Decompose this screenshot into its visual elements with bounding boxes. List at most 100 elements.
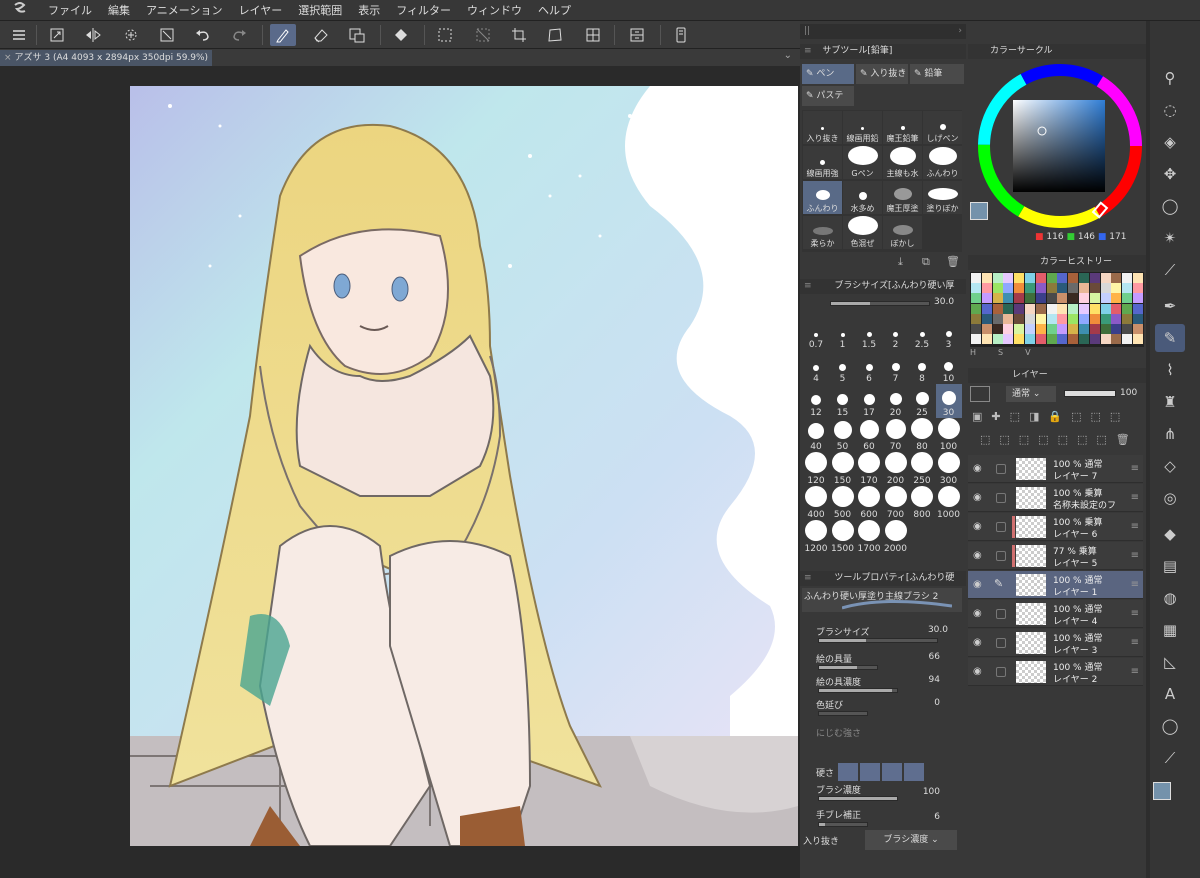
layer-property-icon[interactable] — [970, 386, 990, 402]
history-swatch[interactable] — [1100, 293, 1111, 304]
history-swatch[interactable] — [1111, 324, 1122, 334]
history-swatch[interactable] — [1079, 324, 1089, 334]
brush-size-preset[interactable]: 100 — [936, 418, 962, 452]
brush-item[interactable]: 塗りぼか — [923, 181, 962, 214]
eraser-icon[interactable] — [308, 24, 334, 46]
subtool-group-pen[interactable]: ✎ ペン — [802, 64, 854, 84]
menu-layer[interactable]: レイヤー — [231, 0, 291, 21]
brush-size-preset[interactable]: 5 — [830, 350, 856, 384]
history-swatch[interactable] — [1089, 324, 1100, 334]
layer-menu-icon[interactable]: ≡ — [1131, 521, 1139, 532]
smartphone-connect-icon[interactable] — [668, 24, 694, 46]
history-swatch[interactable] — [992, 324, 1003, 334]
brush-size-preset[interactable]: 170 — [856, 452, 882, 486]
history-swatch[interactable] — [1014, 283, 1025, 294]
brush-size-preset[interactable]: 500 — [830, 486, 856, 520]
pen-tool-icon[interactable] — [270, 24, 296, 46]
brush-item[interactable]: しげペン — [923, 111, 962, 144]
main-color-swatch[interactable] — [970, 202, 988, 220]
history-swatch[interactable] — [1079, 273, 1089, 283]
brush-size-preset[interactable]: 0.7 — [803, 316, 829, 350]
history-swatch[interactable] — [1025, 283, 1035, 294]
brush-size-preset[interactable]: 2000 — [883, 520, 909, 554]
history-swatch[interactable] — [1122, 303, 1133, 314]
history-swatch[interactable] — [1133, 324, 1143, 334]
history-swatch[interactable] — [1046, 293, 1057, 304]
history-swatch[interactable] — [1111, 334, 1122, 345]
history-swatch[interactable] — [1111, 313, 1122, 324]
hsv-tabs[interactable]: HSV — [970, 348, 1031, 357]
history-swatch[interactable] — [992, 293, 1003, 304]
brush-size-preset[interactable]: 7 — [883, 350, 909, 384]
eyedropper-icon[interactable]: ⟋ — [1155, 256, 1185, 284]
brush-size-preset[interactable]: 2.5 — [909, 316, 935, 350]
history-swatch[interactable] — [1089, 334, 1100, 345]
history-swatch[interactable] — [1046, 324, 1057, 334]
blend-mode-select[interactable]: 通常 ⌄ — [1006, 386, 1056, 402]
deselect-icon[interactable] — [470, 24, 496, 46]
history-swatch[interactable] — [1111, 283, 1122, 294]
brush-size-preset[interactable]: 250 — [909, 452, 935, 486]
brush-size-preset[interactable]: 4 — [803, 350, 829, 384]
history-swatch[interactable] — [1057, 313, 1068, 324]
history-swatch[interactable] — [1111, 303, 1122, 314]
brush-icon[interactable]: ⌇ — [1155, 356, 1185, 384]
eye-icon[interactable]: ◉ — [973, 579, 982, 590]
history-swatch[interactable] — [1057, 283, 1068, 294]
history-swatch[interactable] — [971, 283, 981, 294]
menu-view[interactable]: 表示 — [350, 0, 388, 21]
history-swatch[interactable] — [981, 283, 992, 294]
pen-icon[interactable]: ✒ — [1155, 292, 1185, 320]
history-swatch[interactable] — [1068, 303, 1079, 314]
history-swatch[interactable] — [1025, 273, 1035, 283]
chevron-down-icon[interactable]: ⌄ — [784, 50, 792, 61]
brush-size-preset[interactable]: 3 — [936, 316, 962, 350]
history-swatch[interactable] — [1100, 334, 1111, 345]
history-swatch[interactable] — [1133, 273, 1143, 283]
history-swatch[interactable] — [1122, 313, 1133, 324]
history-swatch[interactable] — [981, 334, 992, 345]
subtool-group-taper[interactable]: ✎ 入り抜き — [856, 64, 908, 84]
history-swatch[interactable] — [1079, 334, 1089, 345]
brush-size-preset[interactable]: 1700 — [856, 520, 882, 554]
history-swatch[interactable] — [1068, 293, 1079, 304]
layer-menu-icon[interactable]: ≡ — [1131, 637, 1139, 648]
history-swatch[interactable] — [1133, 303, 1143, 314]
layer-checkbox[interactable] — [996, 551, 1006, 561]
history-swatch[interactable] — [971, 303, 981, 314]
history-swatch[interactable] — [1003, 283, 1014, 294]
history-swatch[interactable] — [1057, 334, 1068, 345]
settings-panel-icon[interactable] — [624, 24, 650, 46]
history-swatch[interactable] — [1014, 293, 1025, 304]
brush-item[interactable]: 水多め — [843, 181, 882, 214]
select-all-icon[interactable] — [432, 24, 458, 46]
brush-size-preset[interactable]: 1 — [830, 316, 856, 350]
balloon-icon[interactable]: ◯ — [1155, 712, 1185, 740]
history-swatch[interactable] — [992, 334, 1003, 345]
brush-size-preset[interactable]: 12 — [803, 384, 829, 418]
pencil-icon[interactable]: ✎ — [1155, 324, 1185, 352]
history-swatch[interactable] — [981, 293, 992, 304]
layer-row[interactable]: ◉ 100 % 通常 レイヤー 2 ≡ — [968, 658, 1143, 686]
history-swatch[interactable] — [1014, 334, 1025, 345]
history-swatch[interactable] — [1057, 293, 1068, 304]
brush-size-preset[interactable]: 700 — [883, 486, 909, 520]
history-swatch[interactable] — [1100, 324, 1111, 334]
layer-checkbox[interactable] — [996, 609, 1006, 619]
history-swatch[interactable] — [1057, 273, 1068, 283]
history-swatch[interactable] — [971, 324, 981, 334]
layer-menu-icon[interactable]: ≡ — [1131, 608, 1139, 619]
transparent-color-icon[interactable] — [344, 24, 370, 46]
brush-size-preset[interactable]: 400 — [803, 486, 829, 520]
menu-animation[interactable]: アニメーション — [138, 0, 231, 21]
crop-icon[interactable] — [506, 24, 532, 46]
menu-help[interactable]: ヘルプ — [530, 0, 579, 21]
brush-item[interactable]: 魔王鉛筆 — [883, 111, 922, 144]
history-swatch[interactable] — [971, 293, 981, 304]
history-swatch[interactable] — [1079, 293, 1089, 304]
brush-size-slider[interactable] — [830, 301, 930, 306]
app-logo-icon[interactable] — [0, 1, 40, 19]
menu-edit[interactable]: 編集 — [100, 0, 138, 21]
layer-checkbox[interactable] — [996, 667, 1006, 677]
history-swatch[interactable] — [1014, 313, 1025, 324]
